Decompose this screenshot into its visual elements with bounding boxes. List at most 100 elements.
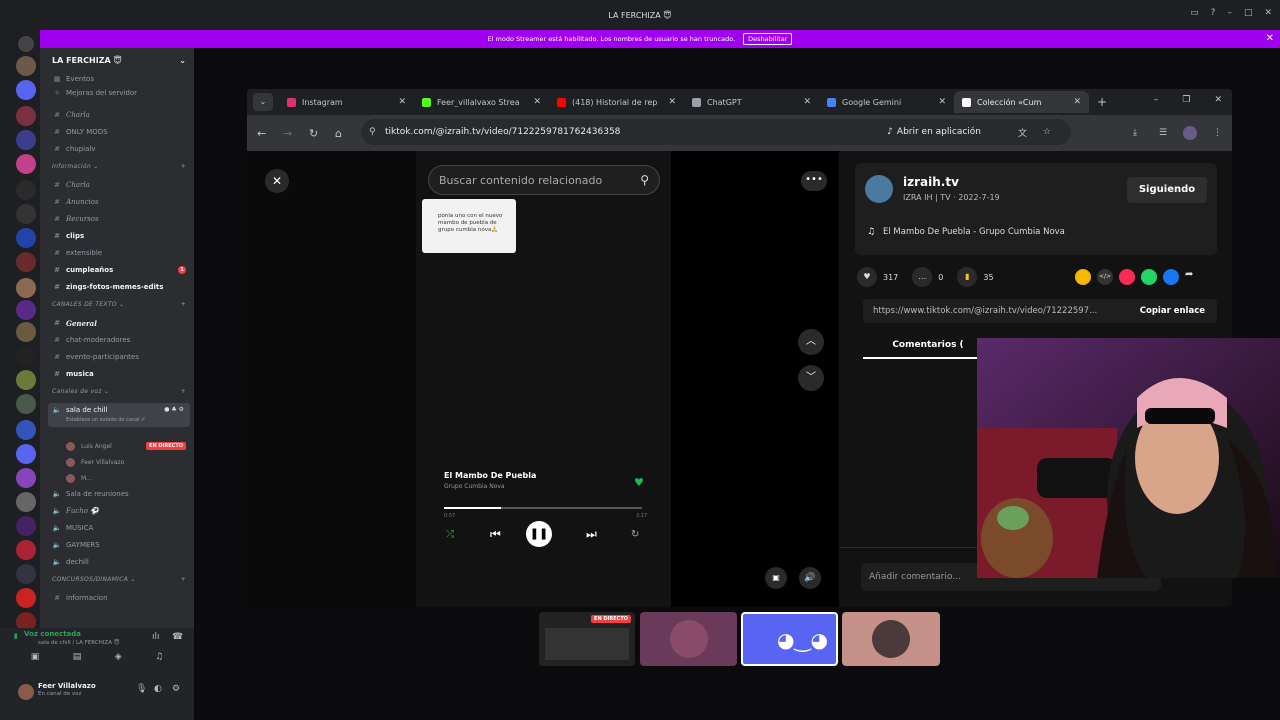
author-handle[interactable]: izraih.tv: [903, 175, 959, 189]
add-channel-icon[interactable]: +: [181, 576, 186, 583]
add-channel-icon[interactable]: +: [181, 163, 186, 170]
channel-text[interactable]: # Charla: [40, 108, 194, 122]
liked-heart-icon[interactable]: ♥: [634, 476, 644, 489]
server-icon[interactable]: [16, 180, 36, 200]
miniplayer-icon[interactable]: ▣: [765, 567, 787, 589]
browser-tab[interactable]: (418) Historial de rep ✕: [549, 91, 684, 113]
server-icon[interactable]: [16, 252, 36, 272]
extensions-icon[interactable]: ☰: [1159, 128, 1167, 138]
restore-icon[interactable]: ❐: [1182, 95, 1190, 105]
banner-close-icon[interactable]: ✕: [1266, 33, 1274, 44]
server-icon[interactable]: [16, 228, 36, 248]
maximize-icon[interactable]: □: [1244, 8, 1253, 18]
embed-icon[interactable]: </>: [1097, 269, 1113, 285]
comment-icon[interactable]: …: [912, 267, 933, 287]
server-menu-item[interactable]: ▦ Eventos: [40, 72, 194, 86]
server-icon[interactable]: [16, 492, 36, 512]
author-avatar[interactable]: [865, 175, 893, 203]
server-icon[interactable]: [16, 420, 36, 440]
forward-icon[interactable]: →: [283, 127, 292, 140]
minimize-icon[interactable]: –: [1154, 95, 1159, 105]
headphones-icon[interactable]: ◐: [154, 684, 162, 694]
channel-text[interactable]: # ONLY MODS: [40, 125, 194, 139]
home-icon[interactable]: ⌂: [335, 127, 342, 140]
repeat-icon[interactable]: ↻: [631, 529, 639, 540]
following-button[interactable]: Siguiendo: [1127, 177, 1207, 203]
add-channel-icon[interactable]: +: [181, 388, 186, 395]
server-icon[interactable]: [16, 588, 36, 608]
channel-voice[interactable]: 🔈 MUSICA: [40, 521, 194, 535]
stream-thumbnail-user[interactable]: [842, 612, 940, 666]
soundboard-icon[interactable]: ♫: [155, 652, 163, 668]
menu-kebab-icon[interactable]: ⋮: [1213, 128, 1222, 138]
server-icon[interactable]: [16, 322, 36, 342]
channel-text[interactable]: # cumpleaños 1: [40, 263, 194, 277]
channel-voice[interactable]: 🔈 GAYMERS: [40, 538, 194, 552]
channel-text[interactable]: # chat-moderadores: [40, 333, 194, 347]
browser-tab[interactable]: ChatGPT ✕: [684, 91, 819, 113]
settings-gear-icon[interactable]: ⚙: [172, 684, 180, 694]
server-icon[interactable]: [16, 564, 36, 584]
server-icon[interactable]: [16, 540, 36, 560]
channel-text[interactable]: # evento-participantes: [40, 350, 194, 364]
previous-video-icon[interactable]: ︿: [798, 329, 824, 355]
reload-icon[interactable]: ↻: [309, 127, 318, 140]
progress-track[interactable]: [444, 507, 642, 509]
inbox-icon[interactable]: ▭: [1190, 8, 1199, 18]
server-icon[interactable]: [16, 444, 36, 464]
channel-text[interactable]: # Recursos: [40, 212, 194, 226]
url-field[interactable]: ⚲ tiktok.com/@izraih.tv/video/7122259781…: [361, 119, 1071, 145]
site-info-icon[interactable]: ⚲: [369, 127, 376, 137]
server-icon[interactable]: [16, 130, 36, 150]
close-icon[interactable]: ✕: [1214, 95, 1222, 105]
channel-text[interactable]: # musica: [40, 367, 194, 381]
tab-close-icon[interactable]: ✕: [1073, 97, 1081, 107]
channel-text[interactable]: # chupialv: [40, 142, 194, 156]
volume-icon[interactable]: 🔊: [799, 567, 821, 589]
search-input[interactable]: Buscar contenido relacionado ⚲: [428, 165, 660, 195]
server-icon[interactable]: [16, 154, 36, 174]
next-video-icon[interactable]: ﹀: [798, 365, 824, 391]
channel-text[interactable]: # Anuncios: [40, 195, 194, 209]
back-icon[interactable]: ←: [257, 127, 266, 140]
stream-thumbnail-discord[interactable]: ◕‿◕: [741, 612, 838, 666]
channel-category[interactable]: CANALES DE TEXTO ⌄ +: [40, 297, 194, 311]
server-icon[interactable]: [16, 56, 36, 76]
tab-close-icon[interactable]: ✕: [803, 97, 811, 107]
more-options-icon[interactable]: •••: [801, 171, 827, 191]
tab-search-icon[interactable]: ⌄: [253, 93, 273, 111]
voice-user[interactable]: M...: [40, 471, 194, 485]
channel-voice[interactable]: 🔈 Fucho ⚽: [40, 504, 194, 518]
tab-close-icon[interactable]: ✕: [398, 97, 406, 107]
server-header[interactable]: LA FERCHIZA 😇 ⌄: [40, 48, 194, 72]
close-video-button[interactable]: ✕: [265, 169, 289, 193]
channel-actions-icon[interactable]: ● ♣ ⚙: [164, 406, 184, 413]
share-arrow-icon[interactable]: ➦: [1185, 269, 1201, 285]
add-channel-icon[interactable]: +: [181, 301, 186, 308]
channel-category[interactable]: Canales de voz ⌄ +: [40, 384, 194, 398]
server-menu-item[interactable]: ✧ Mejoras del servidor: [40, 86, 194, 100]
minimize-icon[interactable]: –: [1227, 8, 1232, 18]
channel-status[interactable]: Establece un estado de canal ✐: [66, 417, 145, 423]
server-icon[interactable]: [16, 80, 36, 100]
server-icon[interactable]: [16, 300, 36, 320]
send-icon[interactable]: [1119, 269, 1135, 285]
copy-link-button[interactable]: Copiar enlace: [1140, 306, 1205, 316]
noise-suppression-icon[interactable]: ılı: [152, 632, 160, 642]
channel-category[interactable]: Información ⌄ +: [40, 159, 194, 173]
channel-text[interactable]: # informacion: [40, 591, 194, 605]
tab-close-icon[interactable]: ✕: [533, 97, 541, 107]
channel-voice[interactable]: 🔈 Sala de reuniones: [40, 487, 194, 501]
tab-close-icon[interactable]: ✕: [938, 97, 946, 107]
profile-avatar[interactable]: [1183, 126, 1197, 140]
microphone-icon[interactable]: 🎙: [136, 684, 147, 694]
browser-tab[interactable]: Feer_villalvaxo Strea ✕: [414, 91, 549, 113]
server-icon[interactable]: [16, 468, 36, 488]
server-icon[interactable]: [16, 346, 36, 366]
screen-share-icon[interactable]: ▤: [73, 652, 82, 668]
channel-text[interactable]: # General: [40, 316, 194, 330]
disconnect-icon[interactable]: ☎: [172, 632, 183, 642]
facebook-icon[interactable]: [1163, 269, 1179, 285]
server-icon[interactable]: [16, 106, 36, 126]
like-icon[interactable]: ♥: [857, 267, 877, 287]
